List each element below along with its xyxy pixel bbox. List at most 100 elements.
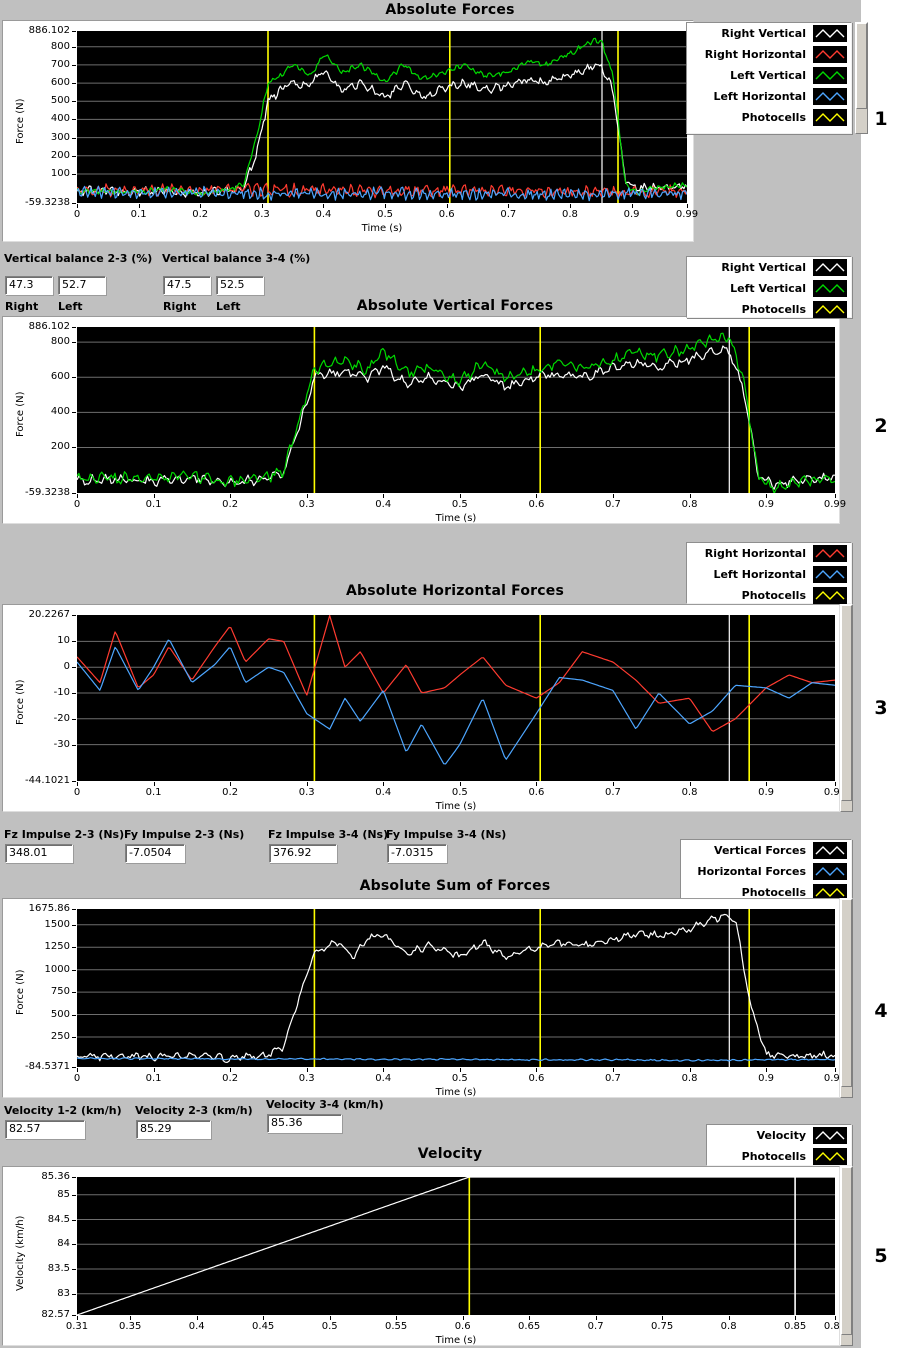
y-axis-tick-mark bbox=[72, 412, 76, 414]
legend-item-right-vertical[interactable]: Right Vertical bbox=[687, 257, 851, 278]
legend-swatch-icon bbox=[813, 863, 847, 880]
legend-item-velocity[interactable]: Velocity bbox=[707, 1125, 851, 1146]
x-axis-tick-mark bbox=[230, 1068, 232, 1072]
impulse-0-value: 348.01 bbox=[5, 844, 73, 863]
x-axis-tick-label: 0.4 bbox=[188, 1321, 205, 1332]
y-axis-tick-mark bbox=[72, 119, 76, 121]
x-axis-tick-mark bbox=[612, 1068, 614, 1072]
y-axis-tick-label: -10 bbox=[53, 686, 70, 698]
legend-absolute-horizontal-forces[interactable]: Right Horizontal Left Horizontal Photocell… bbox=[686, 542, 852, 604]
x-axis-tick-mark bbox=[835, 494, 836, 498]
plot-area[interactable] bbox=[77, 615, 835, 781]
impulse-0-label: Fz Impulse 2-3 (Ns) bbox=[4, 828, 125, 841]
y-axis-tick-label: 250 bbox=[50, 1030, 70, 1042]
y-axis-tick-label: 85 bbox=[57, 1188, 70, 1200]
graph-scrollbar-3[interactable] bbox=[840, 604, 853, 812]
velocity-1-value: 85.29 bbox=[136, 1120, 211, 1139]
x-axis-tick-mark bbox=[153, 782, 155, 786]
x-axis-tick-label: 0.5 bbox=[451, 1073, 468, 1084]
x-axis-tick-mark bbox=[196, 1316, 198, 1320]
legend-item-photocells[interactable]: Photocells bbox=[707, 1146, 851, 1167]
legend-absolute-forces[interactable]: Right Vertical Right Horizontal Left Verti… bbox=[686, 22, 852, 134]
x-axis-tick-label: 0.7 bbox=[605, 787, 621, 798]
legend-item-vertical-forces[interactable]: Vertical Forces bbox=[681, 840, 851, 861]
plot-area[interactable] bbox=[77, 909, 835, 1067]
x-axis-tick-mark bbox=[329, 1316, 331, 1320]
legend-item-left-horizontal[interactable]: Left Horizontal bbox=[687, 86, 851, 107]
graph-absolute-horizontal-forces[interactable]: 20.2267 10 0 -10 -20 -30 -44.1021 0 0.1 0.2 0.3 0.4… bbox=[2, 604, 846, 812]
y-axis-tick-label: 1250 bbox=[44, 941, 70, 953]
legend-item-right-vertical[interactable]: Right Vertical bbox=[687, 23, 851, 44]
legend-item-photocells[interactable]: Photocells bbox=[687, 299, 851, 320]
legend-swatch-icon bbox=[813, 109, 847, 126]
y-axis-tick-mark bbox=[72, 947, 76, 949]
x-axis-tick-mark bbox=[536, 1068, 538, 1072]
vertical-balance-3-4-right-value: 47.5 bbox=[163, 276, 211, 295]
legend-item-photocells[interactable]: Photocells bbox=[687, 585, 851, 606]
x-axis-tick-mark bbox=[766, 782, 768, 786]
legend-velocity[interactable]: Velocity Photocells bbox=[706, 1124, 852, 1166]
legend-item-right-horizontal[interactable]: Right Horizontal bbox=[687, 543, 851, 564]
y-axis-tick-mark bbox=[72, 155, 76, 157]
vertical-balance-3-4-left-label: Left bbox=[216, 300, 241, 313]
x-axis-tick-mark bbox=[130, 1316, 132, 1320]
legend-absolute-vertical-forces[interactable]: Right Vertical Left Vertical Photocells bbox=[686, 256, 852, 318]
section-index-2: 2 bbox=[874, 415, 888, 437]
y-axis-tick-mark bbox=[72, 992, 76, 994]
y-axis-tick-label: 200 bbox=[50, 149, 70, 161]
x-axis-tick-mark bbox=[689, 782, 691, 786]
x-axis-tick-label: 0 bbox=[73, 787, 81, 798]
graph-absolute-forces[interactable]: 886.102 800 700 600 500 400 300 200 100 -59.3238 0… bbox=[2, 20, 698, 242]
y-axis-tick-label: 84.5 bbox=[47, 1213, 70, 1225]
y-axis-tick-label: 800 bbox=[50, 336, 70, 348]
y-axis-tick-label: 1000 bbox=[44, 963, 70, 975]
legend-item-left-vertical[interactable]: Left Vertical bbox=[687, 65, 851, 86]
y-axis-tick-label: 10 bbox=[57, 635, 70, 647]
y-axis-tick-mark bbox=[72, 924, 76, 926]
y-axis-tick-mark bbox=[72, 1036, 76, 1038]
y-axis-tick-label: 886.102 bbox=[28, 321, 70, 332]
y-axis-tick-mark bbox=[72, 1067, 76, 1068]
y-axis-tick-mark bbox=[72, 1293, 76, 1295]
graph-absolute-sum-of-forces[interactable]: 1675.86 1500 1250 1000 750 500 250 -84.5371 0 0.1… bbox=[2, 898, 846, 1098]
y-axis-label: Force (N) bbox=[15, 969, 26, 1015]
legend-label: Photocells bbox=[741, 589, 806, 602]
x-axis-tick-mark bbox=[835, 1316, 836, 1320]
y-axis-tick-label: 600 bbox=[50, 371, 70, 383]
x-axis-tick-mark bbox=[261, 204, 263, 208]
y-axis-tick-mark bbox=[72, 342, 76, 344]
legend-item-right-horizontal[interactable]: Right Horizontal bbox=[687, 44, 851, 65]
x-axis-tick-label: 0 bbox=[73, 1073, 81, 1084]
y-axis-tick-mark bbox=[72, 83, 76, 85]
chart-title-absolute-sum-of-forces: Absolute Sum of Forces bbox=[359, 878, 551, 894]
x-axis-label: Time (s) bbox=[361, 223, 403, 234]
graph-absolute-vertical-forces[interactable]: 886.102 800 600 400 200 -59.3238 0 0.1 0.2 0.3 0.4… bbox=[2, 316, 846, 524]
x-axis-tick-mark bbox=[529, 1316, 531, 1320]
x-axis-tick-mark bbox=[595, 1316, 597, 1320]
y-axis-tick-label: 82.57 bbox=[41, 1309, 70, 1320]
plot-area[interactable] bbox=[77, 31, 687, 203]
graph-velocity[interactable]: 85.36 85 84.5 84 83.5 83 82.57 0.31 0.35 0.4 0.45 0… bbox=[2, 1166, 846, 1346]
legend-scrollbar-1[interactable] bbox=[855, 22, 868, 134]
chart-title-absolute-forces: Absolute Forces bbox=[385, 2, 515, 18]
legend-item-horizontal-forces[interactable]: Horizontal Forces bbox=[681, 861, 851, 882]
section-index-strip bbox=[861, 0, 909, 1348]
x-axis-tick-mark bbox=[230, 494, 232, 498]
legend-item-photocells[interactable]: Photocells bbox=[687, 107, 851, 128]
legend-label: Photocells bbox=[741, 303, 806, 316]
legend-swatch-icon bbox=[813, 566, 847, 583]
graph-scrollbar-4[interactable] bbox=[840, 898, 853, 1098]
x-axis-tick-label: 0.6 bbox=[528, 787, 545, 798]
legend-item-left-horizontal[interactable]: Left Horizontal bbox=[687, 564, 851, 585]
x-axis-tick-label: 0.9 bbox=[758, 787, 775, 798]
plot-area[interactable] bbox=[77, 327, 835, 493]
legend-item-left-vertical[interactable]: Left Vertical bbox=[687, 278, 851, 299]
y-axis-tick-label: 100 bbox=[50, 168, 70, 179]
x-axis-tick-label: 0.9 bbox=[758, 499, 775, 510]
legend-absolute-sum-of-forces[interactable]: Vertical Forces Horizontal Forces Photocel… bbox=[680, 839, 852, 901]
x-axis-tick-mark bbox=[306, 1068, 308, 1072]
plot-area[interactable] bbox=[77, 1177, 835, 1315]
y-axis-tick-mark bbox=[72, 1219, 76, 1221]
y-axis-tick-label: 300 bbox=[50, 131, 70, 143]
graph-scrollbar-5[interactable] bbox=[840, 1166, 853, 1346]
